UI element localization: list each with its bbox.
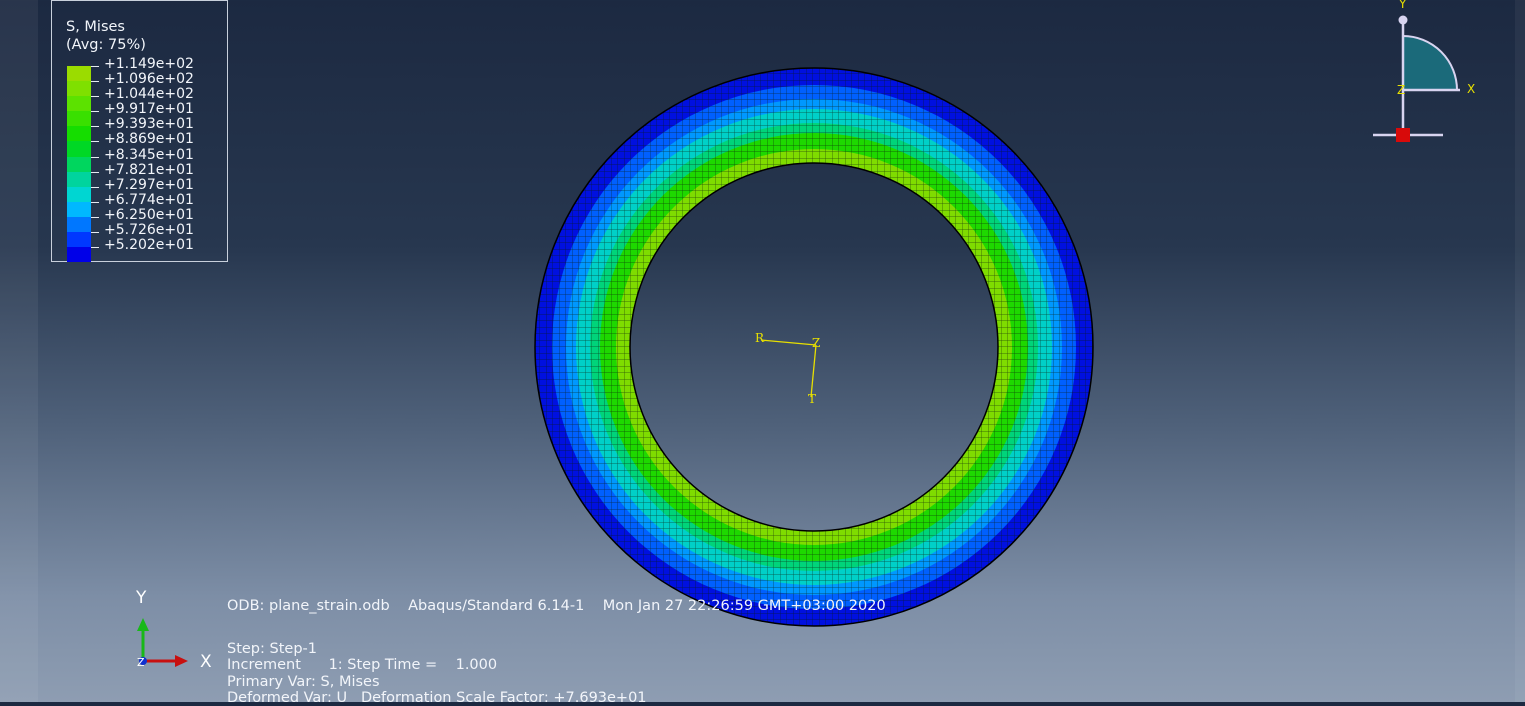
legend-swatch — [67, 111, 91, 127]
legend-swatch — [67, 126, 91, 142]
triad-x-label: X — [200, 652, 212, 672]
legend-tick — [91, 126, 99, 141]
triad-z-label: Z — [137, 656, 145, 669]
legend-value-label: +6.774e+01 — [104, 191, 194, 208]
view-cube-triad[interactable]: Y X Z — [1365, 0, 1480, 150]
legend-swatch — [67, 81, 91, 97]
increment-line: Increment 1: Step Time = 1.000 — [227, 657, 498, 673]
view-z-label: Z — [1397, 83, 1405, 97]
y-arrowhead-icon — [137, 618, 149, 631]
legend-ticks — [91, 66, 99, 262]
legend-swatch — [67, 66, 91, 82]
contour-legend: S, Mises (Avg: 75%) +1.149e+02 +1.096e+02… — [51, 0, 228, 263]
legend-value-label: +9.393e+01 — [104, 116, 194, 133]
triad-y-label: Y — [135, 588, 147, 608]
legend-tick — [91, 186, 99, 202]
legend-tick — [91, 141, 99, 156]
ring-mesh-model[interactable]: R Z T — [533, 67, 1095, 627]
legend-swatch — [67, 141, 91, 157]
legend-value-label: +8.345e+01 — [104, 146, 194, 163]
view-y-handle[interactable] — [1398, 15, 1408, 25]
legend-labels: +1.149e+02 +1.096e+02 +1.044e+02 +9.917e+01… — [104, 56, 194, 254]
legend-value-label: +1.096e+02 — [104, 71, 194, 88]
legend-swatch — [67, 96, 91, 112]
step-line: Step: Step-1 — [227, 641, 317, 657]
legend-value-label: +6.250e+01 — [104, 206, 194, 223]
primary-var-line: Primary Var: S, Mises — [227, 674, 380, 690]
legend-value-label: +1.149e+02 — [104, 56, 194, 72]
global-axis-triad: Y X Z — [135, 588, 212, 672]
legend-tick — [91, 111, 99, 126]
legend-swatch — [67, 232, 91, 248]
viewport-right-border — [1515, 0, 1525, 702]
legend-swatch — [67, 156, 91, 172]
legend-tick — [91, 81, 99, 96]
legend-value-label: +8.869e+01 — [104, 131, 194, 148]
legend-title-block: S, Mises (Avg: 75%) — [66, 18, 146, 54]
legend-swatch — [67, 247, 91, 263]
csys-z-label: Z — [812, 336, 820, 350]
legend-tick — [91, 247, 99, 262]
legend-title: S, Mises — [66, 19, 125, 35]
legend-swatch — [67, 216, 91, 233]
legend-subtitle: (Avg: 75%) — [66, 37, 146, 53]
csys-t-label: T — [808, 392, 816, 406]
legend-color-bar — [67, 66, 91, 263]
viewport-left-border — [0, 0, 38, 702]
legend-value-label: +5.202e+01 — [104, 237, 194, 254]
view-x-label: X — [1467, 82, 1475, 96]
abaqus-viewport[interactable]: S, Mises (Avg: 75%) +1.149e+02 +1.096e+02… — [0, 0, 1525, 706]
legend-tick — [91, 216, 99, 232]
quarter-disk-icon — [1402, 34, 1459, 91]
deformed-var-line: Deformed Var: U Deformation Scale Factor… — [227, 690, 647, 706]
legend-tick — [91, 201, 99, 217]
legend-tick — [91, 156, 99, 172]
odb-info-line: ODB: plane_strain.odb Abaqus/Standard 6.… — [227, 598, 886, 614]
legend-value-label: +7.297e+01 — [104, 176, 194, 193]
legend-value-label: +1.044e+02 — [104, 86, 194, 103]
legend-value-label: +7.821e+01 — [104, 161, 194, 178]
csys-r-label: R — [755, 331, 765, 345]
legend-swatch — [67, 186, 91, 202]
legend-tick — [91, 66, 99, 81]
legend-swatch — [67, 171, 91, 187]
legend-value-label: +5.726e+01 — [104, 222, 194, 239]
view-origin-handle[interactable] — [1396, 128, 1410, 142]
x-arrowhead-icon — [175, 655, 188, 667]
legend-tick — [91, 96, 99, 111]
legend-value-label: +9.917e+01 — [104, 101, 194, 118]
legend-tick — [91, 171, 99, 187]
view-y-label: Y — [1398, 0, 1407, 11]
legend-swatch — [67, 201, 91, 217]
legend-tick — [91, 232, 99, 247]
